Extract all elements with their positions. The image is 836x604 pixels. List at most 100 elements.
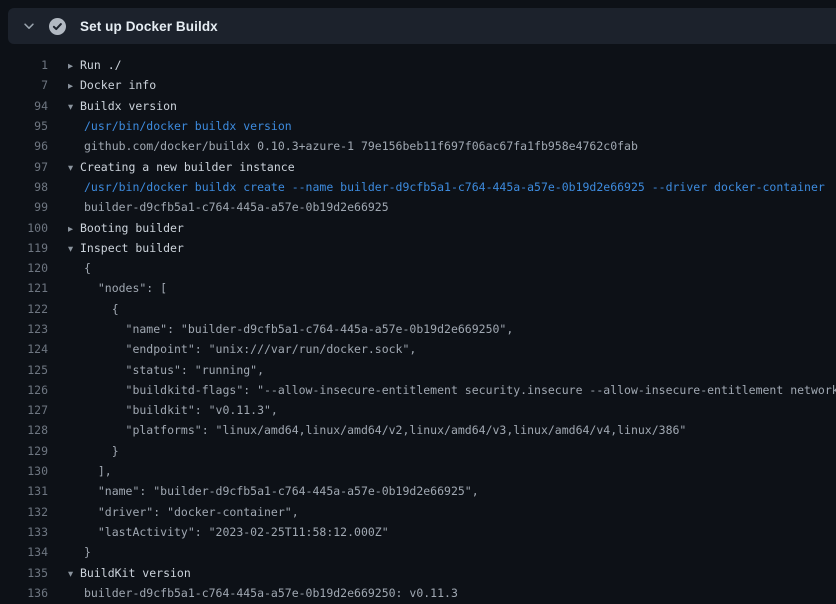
line-number[interactable]: 97 [0,160,48,174]
group-toggle-icon[interactable]: ▼ [68,102,80,112]
line-number[interactable]: 126 [0,383,48,397]
group-toggle-icon[interactable]: ▼ [68,569,80,579]
line-text: builder-d9cfb5a1-c764-445a-a57e-0b19d2e6… [84,200,389,214]
line-number[interactable]: 119 [0,241,48,255]
log-line[interactable]: 100 ▶ Booting builder [0,217,836,237]
log-line: 120 { [0,258,836,278]
group-toggle-icon[interactable]: ▼ [68,163,80,173]
line-number[interactable]: 120 [0,261,48,275]
log-lines: 1 ▶ Run ./ 7 ▶ Docker info 94 ▼ Buildx v… [0,55,836,603]
actions-log-viewer: Set up Docker Buildx 1 ▶ Run ./ 7 ▶ Dock… [0,0,836,604]
log-line: 129 } [0,441,836,461]
step-status [44,8,70,44]
line-text: Creating a new builder instance [80,160,295,174]
line-number[interactable]: 121 [0,281,48,295]
line-content: "nodes": [ [68,281,167,295]
line-number[interactable]: 7 [0,78,48,92]
log-line[interactable]: 1 ▶ Run ./ [0,55,836,75]
log-line: 96 github.com/docker/buildx 0.10.3+azure… [0,136,836,156]
log-line: 124 "endpoint": "unix:///var/run/docker.… [0,339,836,359]
log-line: 95 /usr/bin/docker buildx version [0,116,836,136]
line-number[interactable]: 132 [0,505,48,519]
line-content: "buildkitd-flags": "--allow-insecure-ent… [68,383,836,397]
check-circle-icon [49,18,66,35]
log-line: 123 "name": "builder-d9cfb5a1-c764-445a-… [0,319,836,339]
line-number[interactable]: 124 [0,342,48,356]
line-content: /usr/bin/docker buildx version [68,119,292,133]
step-header[interactable]: Set up Docker Buildx [8,8,836,44]
line-text: } [84,444,119,458]
line-content: "driver": "docker-container", [68,505,299,519]
line-content: "name": "builder-d9cfb5a1-c764-445a-a57e… [68,484,479,498]
line-number[interactable]: 125 [0,363,48,377]
log-line: 99 builder-d9cfb5a1-c764-445a-a57e-0b19d… [0,197,836,217]
line-content: "endpoint": "unix:///var/run/docker.sock… [68,342,416,356]
line-content: ▶ Run ./ [68,58,122,72]
line-number[interactable]: 131 [0,484,48,498]
line-number[interactable]: 100 [0,221,48,235]
line-content: "buildkit": "v0.11.3", [68,403,278,417]
line-number[interactable]: 129 [0,444,48,458]
line-number[interactable]: 98 [0,180,48,194]
line-number[interactable]: 96 [0,139,48,153]
line-content: "status": "running", [68,363,264,377]
log-line: 128 "platforms": "linux/amd64,linux/amd6… [0,420,836,440]
log-line: 98 /usr/bin/docker buildx create --name … [0,177,836,197]
log-line: 125 "status": "running", [0,359,836,379]
line-content: ], [68,464,112,478]
line-number[interactable]: 95 [0,119,48,133]
line-number[interactable]: 99 [0,200,48,214]
step-title: Set up Docker Buildx [80,19,218,34]
chevron-down-icon [22,19,36,33]
line-text: Booting builder [80,221,184,235]
line-number[interactable]: 128 [0,423,48,437]
line-number[interactable]: 136 [0,586,48,600]
line-content: github.com/docker/buildx 0.10.3+azure-1 … [68,139,638,153]
line-text: } [84,545,91,559]
line-number[interactable]: 1 [0,58,48,72]
line-content: } [68,444,119,458]
line-number[interactable]: 94 [0,99,48,113]
log-line[interactable]: 135 ▼ BuildKit version [0,562,836,582]
line-number[interactable]: 130 [0,464,48,478]
group-toggle-icon[interactable]: ▶ [68,62,80,72]
log-line[interactable]: 119 ▼ Inspect builder [0,238,836,258]
line-text: "name": "builder-d9cfb5a1-c764-445a-a57e… [84,484,479,498]
group-toggle-icon[interactable]: ▼ [68,244,80,254]
line-content: ▶ Docker info [68,78,156,92]
group-toggle-icon[interactable]: ▶ [68,82,80,92]
group-toggle-icon[interactable]: ▶ [68,224,80,234]
line-text: Buildx version [80,99,177,113]
line-content: ▶ Booting builder [68,221,184,235]
line-number[interactable]: 122 [0,302,48,316]
line-text: Inspect builder [80,241,184,255]
log-line: 130 ], [0,461,836,481]
log-line: 126 "buildkitd-flags": "--allow-insecure… [0,380,836,400]
line-content: ▼ Creating a new builder instance [68,160,295,174]
log-line: 121 "nodes": [ [0,278,836,298]
line-text: "buildkit": "v0.11.3", [84,403,278,417]
line-content: "platforms": "linux/amd64,linux/amd64/v2… [68,423,686,437]
line-content: } [68,545,91,559]
line-content: "lastActivity": "2023-02-25T11:58:12.000… [68,525,389,539]
line-number[interactable]: 135 [0,566,48,580]
line-text: /usr/bin/docker buildx create --name bui… [84,180,825,194]
line-number[interactable]: 123 [0,322,48,336]
log-line[interactable]: 94 ▼ Buildx version [0,96,836,116]
line-text: "nodes": [ [84,281,167,295]
log-line: 132 "driver": "docker-container", [0,502,836,522]
log-line: 133 "lastActivity": "2023-02-25T11:58:12… [0,522,836,542]
collapse-toggle[interactable] [14,8,44,44]
log-line[interactable]: 7 ▶ Docker info [0,75,836,95]
line-text: "platforms": "linux/amd64,linux/amd64/v2… [84,423,686,437]
line-text: "buildkitd-flags": "--allow-insecure-ent… [84,383,836,397]
line-number[interactable]: 134 [0,545,48,559]
line-text: ], [84,464,112,478]
log-line: 122 { [0,299,836,319]
line-number[interactable]: 127 [0,403,48,417]
line-text: builder-d9cfb5a1-c764-445a-a57e-0b19d2e6… [84,586,458,600]
line-number[interactable]: 133 [0,525,48,539]
log-line[interactable]: 97 ▼ Creating a new builder instance [0,156,836,176]
line-content: "name": "builder-d9cfb5a1-c764-445a-a57e… [68,322,513,336]
log-line: 127 "buildkit": "v0.11.3", [0,400,836,420]
